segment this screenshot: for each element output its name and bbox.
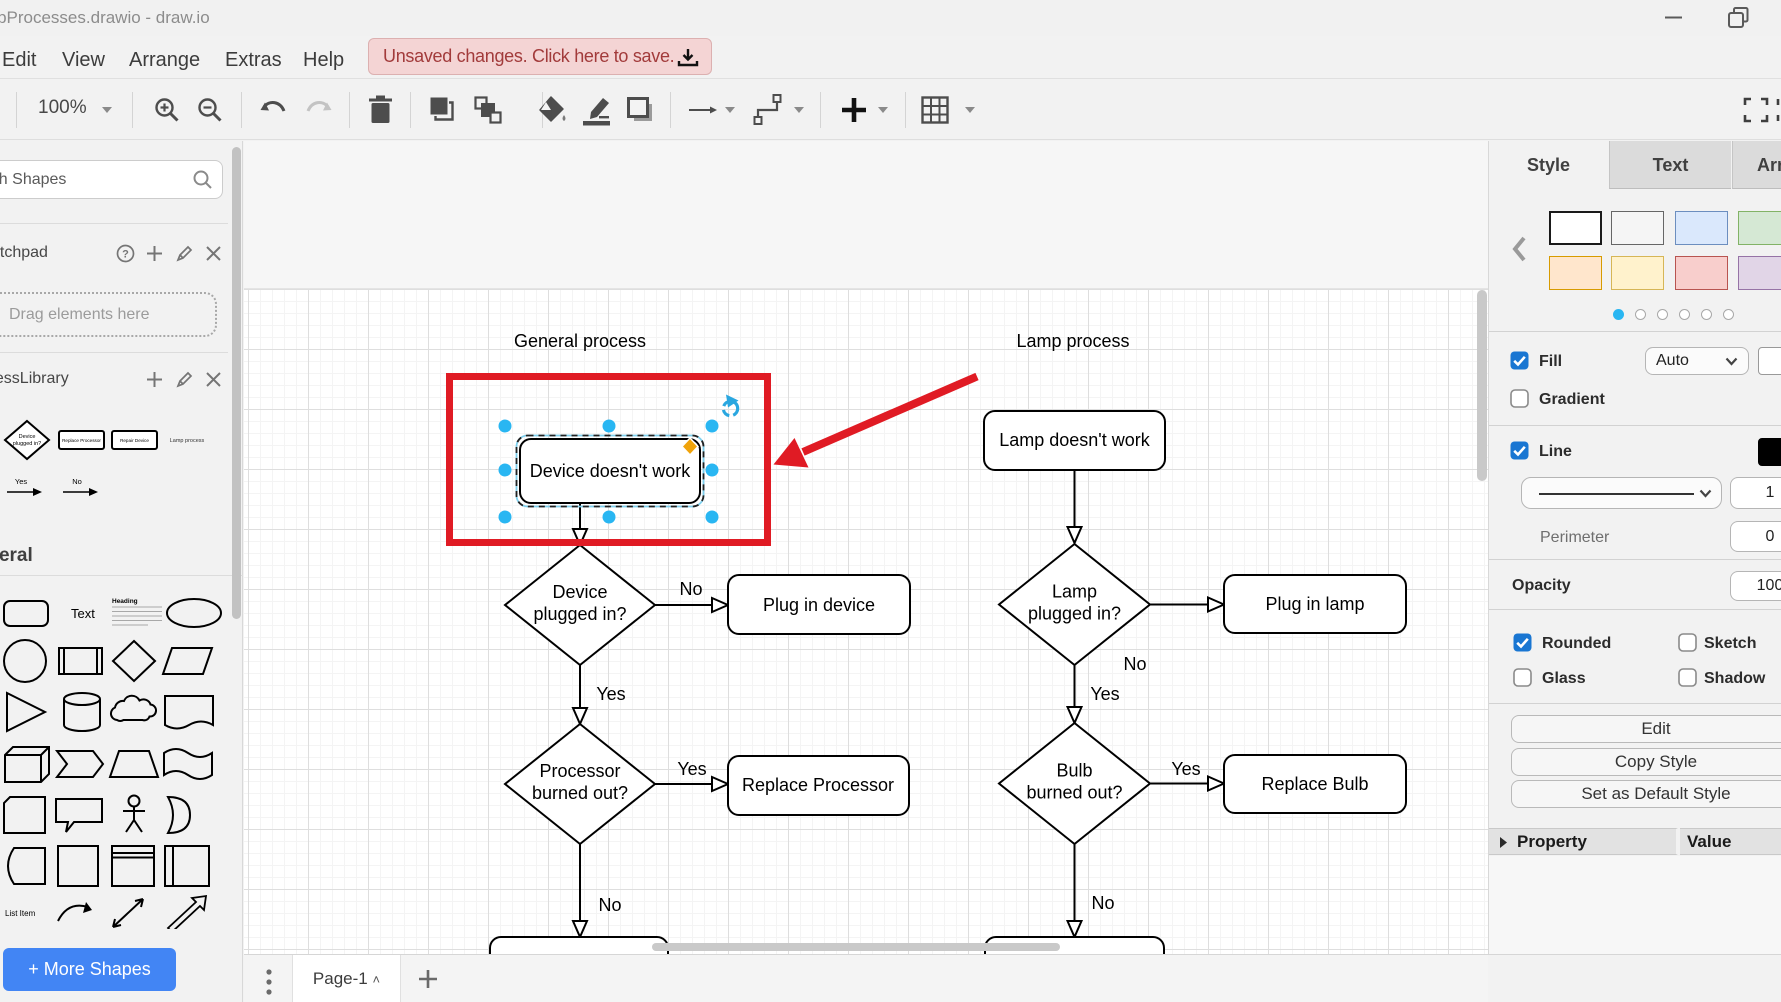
svg-text:No: No xyxy=(72,477,82,486)
svg-text:Device: Device xyxy=(19,434,36,440)
svg-text:burned out?: burned out? xyxy=(532,783,628,803)
svg-text:Lamp doesn't work: Lamp doesn't work xyxy=(999,430,1151,450)
svg-text:Plug in lamp: Plug in lamp xyxy=(1265,594,1364,614)
svg-text:Bulb: Bulb xyxy=(1056,761,1092,781)
svg-text:No: No xyxy=(1123,654,1146,674)
svg-text:Repair Device: Repair Device xyxy=(120,438,149,443)
svg-text:Plug in device: Plug in device xyxy=(763,595,875,615)
svg-text:Processor: Processor xyxy=(539,761,620,781)
svg-text:Replace Bulb: Replace Bulb xyxy=(1261,774,1368,794)
svg-text:Yes: Yes xyxy=(1171,759,1200,779)
svg-text:plugged in?: plugged in? xyxy=(13,441,41,447)
svg-text:No: No xyxy=(1091,893,1114,913)
svg-text:Lamp process: Lamp process xyxy=(1016,331,1129,351)
svg-text:No: No xyxy=(598,895,621,915)
svg-text:burned out?: burned out? xyxy=(1026,783,1122,803)
svg-text:Yes: Yes xyxy=(15,477,27,486)
svg-text:Yes: Yes xyxy=(1090,684,1119,704)
svg-text:Heading: Heading xyxy=(112,598,138,605)
svg-text:General process: General process xyxy=(514,331,646,351)
svg-text:Replace Processor: Replace Processor xyxy=(742,775,894,795)
svg-text:plugged in?: plugged in? xyxy=(1028,604,1121,624)
svg-text:List Item: List Item xyxy=(5,909,36,918)
svg-text:Yes: Yes xyxy=(677,759,706,779)
svg-text:Yes: Yes xyxy=(596,684,625,704)
svg-text:plugged in?: plugged in? xyxy=(533,604,626,624)
svg-text:Replace Processor: Replace Processor xyxy=(62,438,101,443)
svg-text:Device: Device xyxy=(552,582,607,602)
svg-text:No: No xyxy=(679,579,702,599)
svg-text:Lamp process: Lamp process xyxy=(170,438,205,444)
svg-text:Text: Text xyxy=(71,606,95,621)
svg-text:Lamp: Lamp xyxy=(1052,582,1097,602)
svg-text:?: ? xyxy=(122,249,129,261)
svg-text:Device doesn't work: Device doesn't work xyxy=(530,461,692,481)
